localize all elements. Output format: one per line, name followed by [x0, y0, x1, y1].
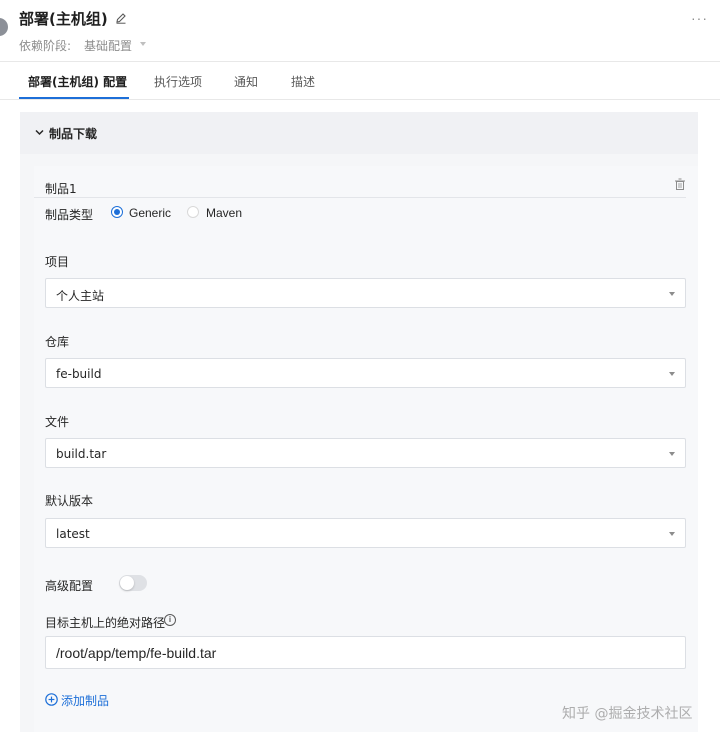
- radio-generic-label[interactable]: Generic: [129, 206, 171, 220]
- info-icon[interactable]: i: [164, 614, 176, 626]
- tab-notifications[interactable]: 通知: [234, 73, 258, 90]
- target-path-field[interactable]: [45, 636, 686, 669]
- radio-maven-label[interactable]: Maven: [206, 206, 242, 220]
- target-path-label: 目标主机上的绝对路径: [45, 616, 166, 630]
- tab-config[interactable]: 部署(主机组) 配置: [28, 73, 127, 90]
- section-header[interactable]: 制品下载: [20, 112, 698, 154]
- active-tab-indicator: [19, 97, 129, 99]
- tab-bar: 部署(主机组) 配置 执行选项 通知 描述: [0, 62, 720, 100]
- stage-header: 部署(主机组) ··· 依赖阶段: 基础配置: [0, 0, 720, 62]
- chevron-down-icon: [669, 292, 675, 296]
- more-icon[interactable]: ···: [691, 10, 708, 26]
- repository-value: fe-build: [56, 367, 102, 381]
- file-select[interactable]: build.tar: [45, 438, 686, 468]
- toggle-knob: [120, 576, 134, 590]
- version-label: 默认版本: [45, 494, 94, 508]
- artifact-title: 制品1: [45, 182, 77, 196]
- stage-indicator: [0, 18, 8, 36]
- chevron-down-icon: [669, 452, 675, 456]
- target-path-input[interactable]: [56, 644, 666, 662]
- tab-execution-options[interactable]: 执行选项: [154, 73, 202, 90]
- chevron-down-icon[interactable]: [140, 42, 146, 46]
- repository-label: 仓库: [45, 335, 70, 349]
- dependency-select[interactable]: 基础配置: [84, 37, 132, 54]
- project-label: 项目: [45, 255, 70, 269]
- add-artifact-label: 添加制品: [61, 694, 110, 708]
- repository-select[interactable]: fe-build: [45, 358, 686, 388]
- artifact-type-label: 制品类型: [45, 208, 94, 222]
- artifact-card-header: 制品1: [34, 170, 686, 198]
- advanced-config-label: 高级配置: [45, 579, 94, 593]
- stage-title: 部署(主机组): [19, 10, 108, 28]
- advanced-config-toggle[interactable]: [119, 575, 147, 591]
- chevron-down-icon: [669, 372, 675, 376]
- chevron-down-icon[interactable]: [35, 128, 44, 137]
- watermark: 知乎 @掘金技术社区: [562, 706, 693, 722]
- tab-description[interactable]: 描述: [291, 73, 315, 90]
- dependency-label: 依赖阶段:: [19, 39, 72, 53]
- section-title: 制品下载: [49, 127, 98, 141]
- version-select[interactable]: latest: [45, 518, 686, 548]
- trash-icon[interactable]: [674, 178, 686, 190]
- plus-circle-icon: [45, 693, 58, 706]
- chevron-down-icon: [669, 532, 675, 536]
- radio-maven[interactable]: [187, 206, 199, 218]
- project-value: 个人主站: [56, 289, 105, 303]
- project-select[interactable]: 个人主站: [45, 278, 686, 308]
- file-value: build.tar: [56, 447, 107, 461]
- radio-generic[interactable]: [111, 206, 123, 218]
- version-value: latest: [56, 527, 90, 541]
- edit-icon[interactable]: [115, 12, 127, 24]
- file-label: 文件: [45, 415, 70, 429]
